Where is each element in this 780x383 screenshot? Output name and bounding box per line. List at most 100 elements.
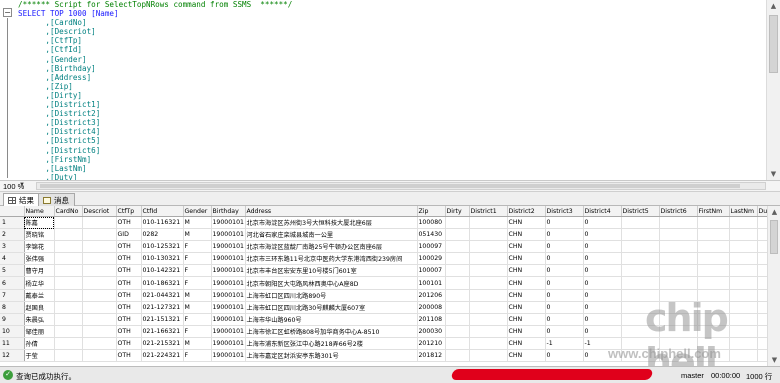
table-cell[interactable]: 19000101 — [211, 349, 246, 363]
table-cell[interactable]: M — [183, 216, 212, 230]
table-cell[interactable]: F — [183, 349, 212, 363]
scroll-up-icon[interactable]: ▲ — [768, 206, 780, 218]
table-cell[interactable]: F — [183, 240, 212, 254]
table-cell[interactable] — [54, 301, 83, 314]
table-cell[interactable]: OTH — [116, 313, 142, 326]
table-cell[interactable]: 19000101 — [211, 325, 246, 338]
table-cell[interactable]: GID — [116, 228, 142, 242]
table-cell[interactable]: 陈嘉 — [24, 216, 55, 230]
table-cell[interactable] — [82, 301, 117, 314]
table-cell[interactable]: 021-215321 — [141, 337, 184, 351]
table-cell[interactable] — [621, 252, 660, 266]
table-cell[interactable] — [445, 252, 470, 266]
table-cell[interactable] — [621, 276, 660, 290]
table-cell[interactable]: F — [183, 276, 212, 290]
scroll-thumb[interactable] — [769, 15, 778, 73]
table-cell[interactable]: 021-044321 — [141, 289, 184, 302]
table-cell[interactable] — [54, 325, 83, 338]
table-cell[interactable] — [54, 289, 83, 302]
column-header[interactable]: District6 — [659, 206, 698, 217]
table-cell[interactable]: OTH — [116, 216, 142, 230]
table-cell[interactable]: CHN — [507, 216, 546, 230]
table-cell[interactable] — [445, 301, 470, 314]
table-cell[interactable]: 19000101 — [211, 240, 246, 254]
table-cell[interactable]: OTH — [116, 240, 142, 254]
column-header[interactable]: CtfTp — [116, 206, 142, 217]
table-cell[interactable] — [445, 313, 470, 326]
row-number[interactable]: 9 — [0, 313, 25, 326]
table-cell[interactable]: 19000101 — [211, 313, 246, 326]
table-cell[interactable] — [729, 264, 758, 278]
table-cell[interactable] — [697, 240, 730, 254]
table-cell[interactable] — [729, 240, 758, 254]
table-cell[interactable] — [757, 240, 767, 254]
table-cell[interactable] — [82, 228, 117, 242]
table-cell[interactable] — [469, 313, 508, 326]
table-cell[interactable]: 200030 — [417, 325, 446, 338]
table-cell[interactable]: 0 — [545, 313, 584, 326]
table-cell[interactable]: 19000101 — [211, 301, 246, 314]
table-cell[interactable]: 201812 — [417, 349, 446, 363]
table-cell[interactable] — [757, 228, 767, 242]
table-cell[interactable]: 0 — [583, 240, 622, 254]
table-cell[interactable]: 100080 — [417, 216, 446, 230]
table-cell[interactable]: 上海市嘉定区封浜安亭东路301号 — [245, 349, 418, 363]
table-row[interactable]: 3 李锦花 OTH 010-125321 F 19000101 北京市海淀区蓝靛厂南路25号… — [0, 240, 767, 254]
table-cell[interactable] — [54, 252, 83, 266]
table-cell[interactable]: CHN — [507, 301, 546, 314]
table-cell[interactable]: 19000101 — [211, 252, 246, 266]
table-cell[interactable] — [54, 216, 83, 230]
table-cell[interactable] — [757, 276, 767, 290]
row-number[interactable]: 7 — [0, 289, 25, 302]
table-cell[interactable] — [757, 252, 767, 266]
row-number[interactable]: 3 — [0, 240, 25, 254]
table-cell[interactable]: 0 — [545, 228, 584, 242]
row-number[interactable]: 8 — [0, 301, 25, 314]
table-cell[interactable]: 200008 — [417, 301, 446, 314]
table-cell[interactable]: -1 — [545, 337, 584, 351]
scroll-thumb[interactable] — [40, 184, 740, 188]
table-cell[interactable]: 张伟强 — [24, 252, 55, 266]
table-cell[interactable]: 贾晓铭 — [24, 228, 55, 242]
table-cell[interactable] — [54, 337, 83, 351]
table-cell[interactable]: 201206 — [417, 289, 446, 302]
table-cell[interactable]: 0 — [583, 264, 622, 278]
table-cell[interactable]: OTH — [116, 349, 142, 363]
table-cell[interactable]: 021-166321 — [141, 325, 184, 338]
table-cell[interactable]: 0 — [583, 276, 622, 290]
table-cell[interactable]: 朱晨弘 — [24, 313, 55, 326]
table-cell[interactable] — [82, 337, 117, 351]
table-cell[interactable] — [469, 240, 508, 254]
table-cell[interactable] — [82, 349, 117, 363]
editor-horizontal-scrollbar[interactable] — [36, 182, 766, 190]
table-cell[interactable] — [659, 252, 698, 266]
table-cell[interactable]: 0 — [583, 301, 622, 314]
table-cell[interactable] — [469, 349, 508, 363]
table-cell[interactable]: 0 — [545, 240, 584, 254]
column-header[interactable]: FirstNm — [697, 206, 730, 217]
table-cell[interactable]: 0 — [583, 325, 622, 338]
table-cell[interactable]: 杨立华 — [24, 276, 55, 290]
table-row[interactable]: 6 杨立华 OTH 010-186321 F 19000101 北京市朝阳区大屯路风林西奥中… — [0, 276, 767, 290]
tab-results[interactable]: 结果 — [3, 193, 40, 206]
table-cell[interactable]: M — [183, 337, 212, 351]
table-cell[interactable]: 010-125321 — [141, 240, 184, 254]
row-number[interactable]: 1 — [0, 216, 25, 230]
table-cell[interactable]: 100029 — [417, 252, 446, 266]
table-cell[interactable] — [469, 228, 508, 242]
table-cell[interactable] — [445, 349, 470, 363]
table-cell[interactable] — [54, 313, 83, 326]
table-cell[interactable]: F — [183, 252, 212, 266]
table-cell[interactable] — [697, 216, 730, 230]
table-cell[interactable]: 19000101 — [211, 289, 246, 302]
row-number-header[interactable] — [0, 206, 25, 217]
table-cell[interactable]: 北京市海淀区苏州街3号大恒科技大厦北座6层 — [245, 216, 418, 230]
table-cell[interactable]: F — [183, 264, 212, 278]
table-cell[interactable] — [445, 264, 470, 278]
column-header[interactable]: CtfId — [141, 206, 184, 217]
chevron-down-icon[interactable]: ▼ — [19, 182, 25, 188]
table-cell[interactable] — [82, 289, 117, 302]
table-cell[interactable] — [82, 264, 117, 278]
table-cell[interactable] — [469, 264, 508, 278]
table-cell[interactable]: 孙倩 — [24, 337, 55, 351]
